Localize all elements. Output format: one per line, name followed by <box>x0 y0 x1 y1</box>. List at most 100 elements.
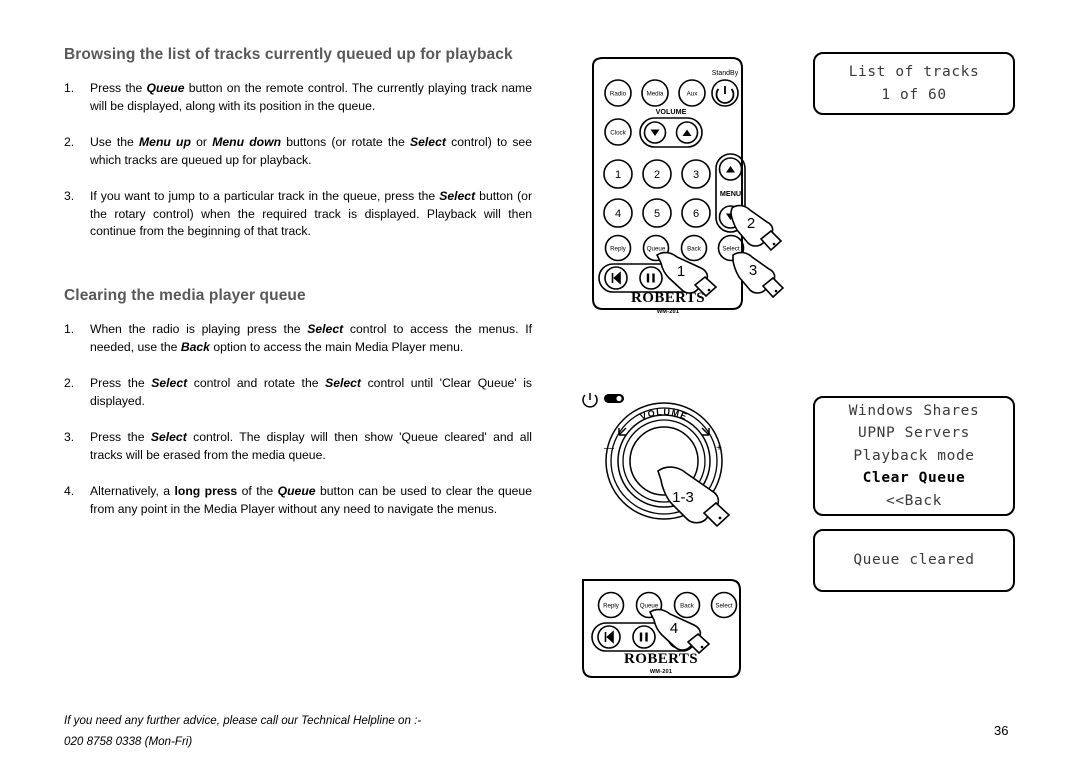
hand-pointer-3: 3 <box>732 251 785 299</box>
text-column: Browsing the list of tracks currently qu… <box>64 44 532 518</box>
display-line: 1 of 60 <box>881 86 947 103</box>
hand-pointer-4-number: 4 <box>670 620 678 637</box>
instruction-step-number: 2. <box>64 135 75 150</box>
instruction-text: Press the <box>90 81 147 95</box>
standby-label: StandBy <box>712 70 739 77</box>
back-button-label: Back <box>680 603 695 610</box>
pause-icon <box>646 273 655 283</box>
triangle-up-icon <box>726 166 735 173</box>
numeric-button-6-label: 6 <box>693 208 699 220</box>
instruction-step: 4. Alternatively, a long press of the Que… <box>64 483 532 518</box>
remote-model-label: WM-201 <box>657 309 679 315</box>
back-button-label: Back <box>687 246 702 253</box>
instruction-emphasis: Select <box>150 430 187 445</box>
menu-group-label: MENU <box>720 189 741 198</box>
instruction-list-clearing: 1. When the radio is playing press the Se… <box>64 321 532 519</box>
reply-button-label: Reply <box>610 246 627 253</box>
numeric-button-1-label: 1 <box>615 169 621 181</box>
hand-pointer-3-number: 3 <box>749 262 757 279</box>
page-number: 36 <box>994 723 1009 738</box>
numeric-button-5-label: 5 <box>654 208 660 220</box>
instruction-emphasis: Select <box>151 376 188 391</box>
instruction-text: or <box>190 135 213 150</box>
remote-control-illustration: Radio Media Aux StandBy Clock VOLUME 1 2 <box>585 52 795 327</box>
instruction-step: 1. Press the Queue button on the remote c… <box>64 80 532 115</box>
display-line: Windows Shares <box>848 402 980 419</box>
instruction-list-browsing: 1. Press the Queue button on the remote c… <box>64 80 532 241</box>
hand-pointer-1-number: 1 <box>677 263 685 280</box>
instruction-emphasis: Menu down <box>212 135 282 150</box>
instruction-step-number: 3. <box>64 189 75 204</box>
hand-pointer-4: 4 <box>648 608 711 655</box>
instruction-text: When the radio is playing press the <box>90 321 308 336</box>
display-line: Queue cleared <box>853 552 975 569</box>
hand-pointer-2-number: 2 <box>747 215 755 232</box>
minus-sign: — <box>604 443 614 454</box>
headphone-icon <box>604 394 624 403</box>
triangle-up-icon <box>682 129 692 136</box>
instruction-text: Press the <box>90 430 151 445</box>
instruction-text: of the <box>237 484 278 499</box>
hand-pointer-2: 2 <box>730 204 783 252</box>
reply-button-label: Reply <box>603 603 620 610</box>
pause-icon <box>639 632 648 642</box>
instruction-step-number: 1. <box>64 81 75 95</box>
instruction-step: 3. Press the Select control. The display … <box>64 429 532 464</box>
display-line-selected: Clear Queue <box>862 470 966 487</box>
instruction-emphasis: Select <box>439 189 476 204</box>
instruction-emphasis: Back <box>180 339 210 354</box>
hand-pointer-1-3-number: 1-3 <box>672 489 694 506</box>
numeric-button-3-label: 3 <box>693 169 699 181</box>
instruction-text: Press the <box>90 376 152 391</box>
select-button-label: Select <box>722 246 739 253</box>
volume-group-label: VOLUME <box>656 107 687 116</box>
instruction-text: buttons (or rotate the <box>281 135 411 150</box>
footer-line-2: 020 8758 0338 (Mon-Fri) <box>64 735 193 749</box>
instruction-emphasis: Queue <box>277 484 316 499</box>
remote-model-label: WM-201 <box>650 669 672 675</box>
instruction-emphasis: Queue <box>146 81 185 95</box>
instruction-emphasis: Select <box>325 376 361 391</box>
instruction-step-number: 1. <box>64 321 75 336</box>
volume-button-group <box>639 117 703 148</box>
previous-icon <box>604 630 614 644</box>
instruction-text: option to access the main Media Player m… <box>209 339 464 354</box>
plus-sign: + <box>716 443 722 454</box>
numeric-button-2-label: 2 <box>654 169 660 181</box>
instruction-text: control and rotate the <box>187 376 326 391</box>
instruction-step-number: 3. <box>64 430 75 445</box>
queue-button-label: Queue <box>647 246 666 253</box>
section-heading-clearing: Clearing the media player queue <box>64 286 306 304</box>
radio-button-label: Radio <box>610 91 627 98</box>
instruction-text: Use the <box>90 135 140 150</box>
play-pause-button <box>632 625 656 649</box>
power-icon <box>582 393 598 408</box>
instruction-step: 1. When the radio is playing press the Se… <box>64 321 532 356</box>
display-queue-cleared: Queue cleared <box>813 529 1015 592</box>
display-list-of-tracks: List of tracks 1 of 60 <box>813 52 1015 115</box>
hand-pointer-1-3: 1-3 <box>657 466 731 528</box>
aux-button-label: Aux <box>687 91 699 98</box>
display-line: List of tracks <box>848 64 980 81</box>
instruction-emphasis: Menu up <box>139 135 191 150</box>
numeric-button-4-label: 4 <box>615 208 621 220</box>
instruction-emphasis: Select <box>410 135 446 150</box>
display-line: UPNP Servers <box>858 425 970 442</box>
instruction-text: Alternatively, a <box>90 484 175 499</box>
queue-button-label: Queue <box>640 603 659 610</box>
footer-line-1: If you need any further advice, please c… <box>64 714 422 727</box>
instruction-step: 2. Use the Menu up or Menu down buttons (… <box>64 134 532 169</box>
display-line: <<Back <box>886 492 942 509</box>
volume-knob-illustration: VOLUME — + 1-3 <box>578 383 763 528</box>
instruction-step: 2. Press the Select control and rotate th… <box>64 375 532 410</box>
instruction-step-number: 2. <box>64 376 75 391</box>
remote-brand-label: ROBERTS <box>624 651 698 667</box>
manual-page: Browsing the list of tracks currently qu… <box>0 0 1080 761</box>
previous-icon <box>611 271 621 285</box>
select-button-label: Select <box>715 603 732 610</box>
instruction-step: 3. If you want to jump to a particular tr… <box>64 188 532 241</box>
play-pause-button <box>639 266 663 290</box>
display-media-player-menu: Windows Shares UPNP Servers Playback mode C… <box>813 396 1015 516</box>
triangle-down-icon <box>650 129 660 136</box>
